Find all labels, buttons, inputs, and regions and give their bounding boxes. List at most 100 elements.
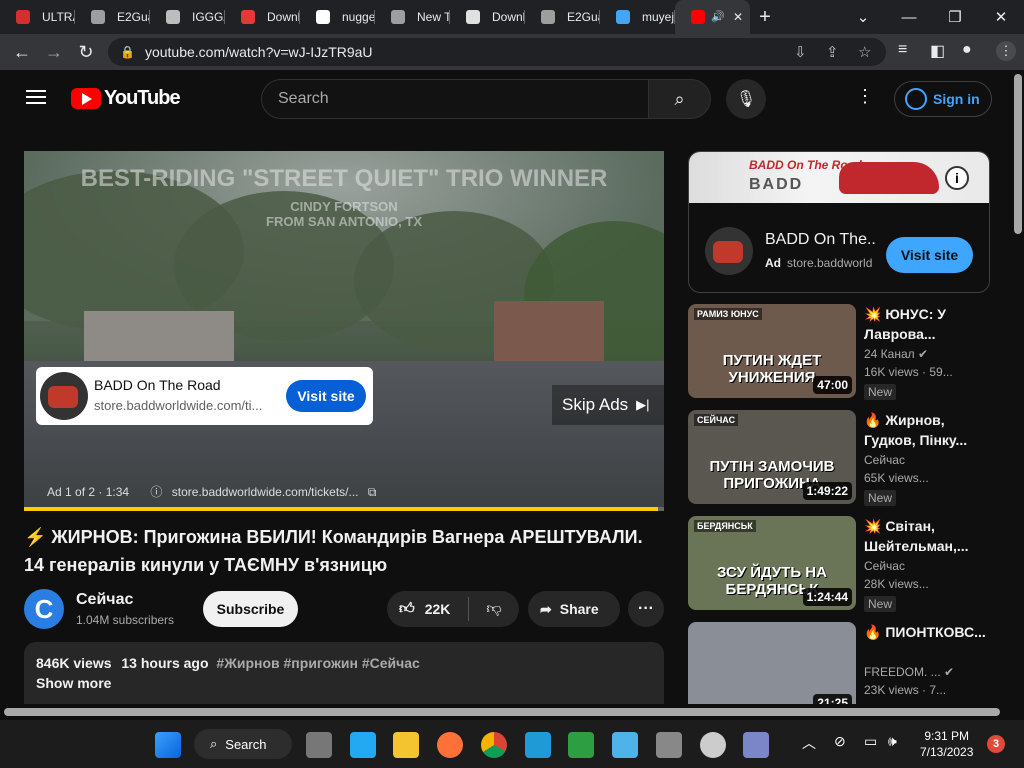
address-bar[interactable]: 🔒 youtube.com/watch?v=wJ-IJzTR9aU ⇩ ⇪ ☆ [108, 38, 886, 66]
side-panel-icon[interactable]: ◧ [930, 41, 945, 61]
volume-icon[interactable]: 🕪 [888, 733, 897, 750]
ad-info-icon[interactable]: i [945, 166, 969, 190]
file-explorer-icon[interactable] [393, 732, 419, 758]
sidebar-ad-card[interactable]: BADD On The Road BADD i BADD On The... A… [688, 151, 990, 293]
app-icon[interactable] [525, 732, 551, 758]
ad-overlay-card[interactable]: BADD On The Road store.baddworldwide.com… [36, 367, 373, 425]
recommended-title[interactable]: 💥 ЮНУС: У Лаврова... [864, 304, 990, 344]
browser-menu-icon[interactable]: ⋮ [996, 41, 1016, 61]
app-icon[interactable] [568, 732, 594, 758]
recommended-channel[interactable]: FREEDOM. ... ✔ [864, 665, 954, 679]
youtube-logo-icon[interactable] [71, 88, 101, 109]
close-tab-icon[interactable]: ✕ [733, 10, 743, 24]
share-page-icon[interactable]: ⇪ [826, 43, 839, 61]
audio-playing-icon[interactable]: 🔊 [711, 10, 725, 23]
vscode-icon[interactable] [350, 732, 376, 758]
reload-button[interactable]: ↻ [70, 42, 102, 63]
network-off-icon[interactable]: ⊘ [834, 733, 846, 750]
recommended-video[interactable]: СЕЙЧАС ПУТІН ЗАМОЧИВ ПРИГОЖИНА 1:49:22 🔥 Жи… [688, 410, 990, 506]
taskbar-search[interactable]: ⌕ Search [194, 729, 292, 759]
info-icon[interactable]: ⓘ [150, 485, 162, 499]
ad-progress-bar[interactable] [24, 507, 664, 511]
more-actions-button[interactable]: ··· [628, 591, 664, 627]
firefox-icon[interactable] [437, 732, 463, 758]
scrollbar-thumb[interactable] [1014, 74, 1022, 234]
search-icon: ⌕ [674, 88, 685, 109]
bookmark-star-icon[interactable]: ☆ [858, 43, 871, 61]
sign-in-button[interactable]: Sign in [894, 81, 992, 117]
browser-tab[interactable]: Downl [225, 0, 300, 34]
microphone-icon: 🎙 [735, 91, 757, 108]
app-icon[interactable] [700, 732, 726, 758]
browser-tab[interactable]: Downl [450, 0, 525, 34]
video-thumbnail[interactable]: РАМИЗ ЮНУС ПУТИН ЖДЕТ УНИЖЕНИЯ 47:00 [688, 304, 856, 398]
new-badge: New [864, 490, 897, 506]
voice-search-button[interactable]: 🎙 [726, 79, 766, 119]
video-thumbnail[interactable]: БЕРДЯНСЬК ЗСУ ЙДУТЬ НА БЕРДЯНСЬК 1:24:44 [688, 516, 856, 610]
browser-tab[interactable]: 🔊 ✕ [675, 0, 750, 34]
recommended-video[interactable]: 21:25 🔥 ПИОНТКОВС... FREEDOM. ... ✔ 23K vie… [688, 622, 990, 704]
browser-tab[interactable]: IGGGA [150, 0, 225, 34]
horizontal-scrollbar[interactable] [0, 704, 1012, 720]
description-box[interactable]: 846K views 13 hours ago #Жирнов #пригожи… [24, 642, 664, 704]
maximize-button[interactable]: ❐ [932, 0, 978, 34]
skip-ads-button[interactable]: Skip Ads ▶| [552, 385, 664, 425]
search-button[interactable]: ⌕ [648, 79, 711, 119]
display-icon[interactable]: ▭ [864, 733, 877, 750]
tab-search-icon[interactable]: ⌄ [840, 0, 886, 34]
task-view-icon[interactable] [306, 732, 332, 758]
ad-progress-fill [24, 507, 658, 511]
system-clock[interactable]: 9:31 PM 7/13/2023 [920, 728, 973, 760]
hashtags[interactable]: #Жирнов #пригожин #Сейчас [216, 655, 419, 671]
camera-icon[interactable] [656, 732, 682, 758]
minimize-button[interactable]: — [886, 0, 932, 34]
subscribe-button[interactable]: Subscribe [203, 591, 298, 627]
chrome-icon[interactable] [481, 732, 507, 758]
ad-link[interactable]: store.baddworldwide.com/tickets/... [172, 485, 359, 499]
paint-icon[interactable] [612, 732, 638, 758]
browser-tab[interactable]: E2Gua [75, 0, 150, 34]
ad-banner-image[interactable]: BADD On The Road BADD i [689, 152, 989, 203]
profile-icon[interactable]: ● [962, 41, 972, 59]
scrollbar-thumb[interactable] [4, 708, 1000, 716]
youtube-logo-text[interactable]: YouTube [104, 87, 181, 110]
notification-badge[interactable]: 3 [987, 735, 1005, 753]
forward-button[interactable]: → [38, 42, 70, 63]
video-thumbnail[interactable]: СЕЙЧАС ПУТІН ЗАМОЧИВ ПРИГОЖИНА 1:49:22 [688, 410, 856, 504]
sidebar-visit-site-button[interactable]: Visit site [886, 237, 973, 273]
recommended-title[interactable]: 🔥 ПИОНТКОВС... [864, 622, 990, 642]
recommended-video[interactable]: РАМИЗ ЮНУС ПУТИН ЖДЕТ УНИЖЕНИЯ 47:00 💥 ЮНУС… [688, 304, 990, 400]
show-more-link[interactable]: Show more [36, 675, 652, 691]
recommended-channel[interactable]: Сейчас [864, 453, 905, 467]
install-icon[interactable]: ⇩ [794, 43, 807, 61]
browser-tab[interactable]: nugge [300, 0, 375, 34]
recommended-title[interactable]: 🔥 Жирнов, Гудков, Пінку... [864, 410, 990, 450]
close-window-button[interactable]: ✕ [978, 0, 1024, 34]
channel-avatar[interactable]: C [24, 589, 64, 629]
share-button[interactable]: ➦ Share [528, 591, 620, 627]
new-tab-button[interactable]: + [750, 6, 780, 29]
dislike-button[interactable]: 👎︎ [469, 600, 519, 618]
start-menu-icon[interactable] [155, 732, 181, 758]
vertical-scrollbar[interactable] [1012, 70, 1024, 720]
settings-menu-icon[interactable]: ⋮ [856, 86, 874, 107]
reading-list-icon[interactable]: ≡ [898, 41, 907, 59]
ad-visit-site-button[interactable]: Visit site [286, 380, 366, 412]
browser-tab[interactable]: New T [375, 0, 450, 34]
like-button[interactable]: 👍︎ 22K [387, 597, 469, 621]
back-button[interactable]: ← [6, 42, 38, 63]
channel-name[interactable]: Сейчас [76, 591, 133, 609]
recommended-video[interactable]: БЕРДЯНСЬК ЗСУ ЙДУТЬ НА БЕРДЯНСЬК 1:24:44 💥 … [688, 516, 990, 612]
hamburger-menu-icon[interactable] [26, 90, 46, 104]
app-icon[interactable] [743, 732, 769, 758]
recommended-channel[interactable]: 24 Канал ✔ [864, 347, 928, 361]
recommended-channel[interactable]: Сейчас [864, 559, 905, 573]
browser-tab[interactable]: muyej [600, 0, 675, 34]
search-input[interactable]: Search [261, 79, 649, 119]
browser-tab[interactable]: E2Gua [525, 0, 600, 34]
show-hidden-icons[interactable]: ︿ [802, 733, 816, 753]
recommended-title[interactable]: 💥 Світан, Шейтельман,... [864, 516, 990, 556]
video-player[interactable]: BEST-RIDING "STREET QUIET" TRIO WINNER C… [24, 151, 664, 511]
browser-tab[interactable]: ULTRA [0, 0, 75, 34]
video-thumbnail[interactable]: 21:25 [688, 622, 856, 704]
